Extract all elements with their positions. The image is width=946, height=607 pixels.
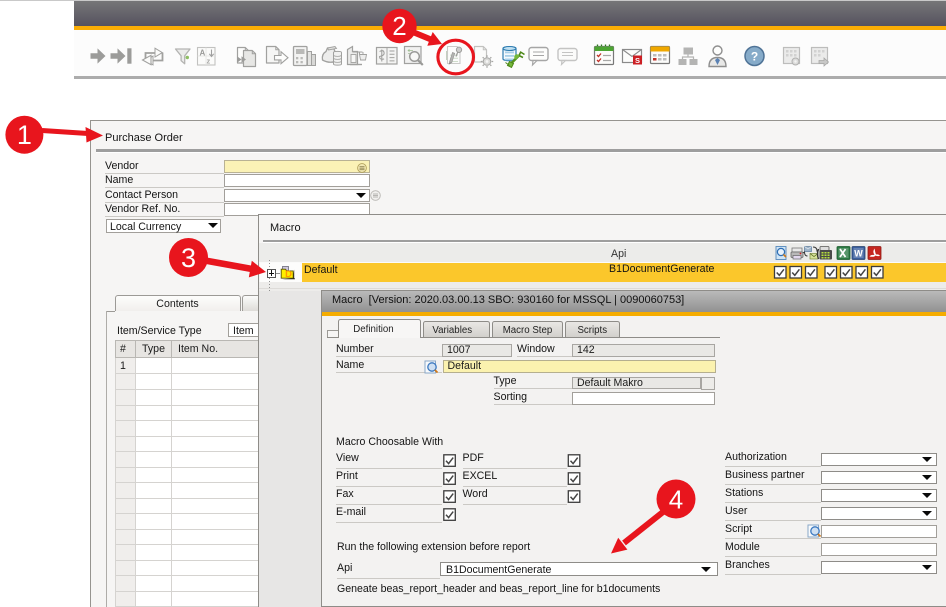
svg-text:?: ? [751,50,758,64]
svg-text:W: W [854,249,863,259]
svg-text:1: 1 [17,120,32,150]
svg-text:D: D [285,268,292,279]
svg-text:S: S [635,56,640,65]
svg-text:z: z [207,57,211,66]
svg-text:A: A [200,49,206,58]
